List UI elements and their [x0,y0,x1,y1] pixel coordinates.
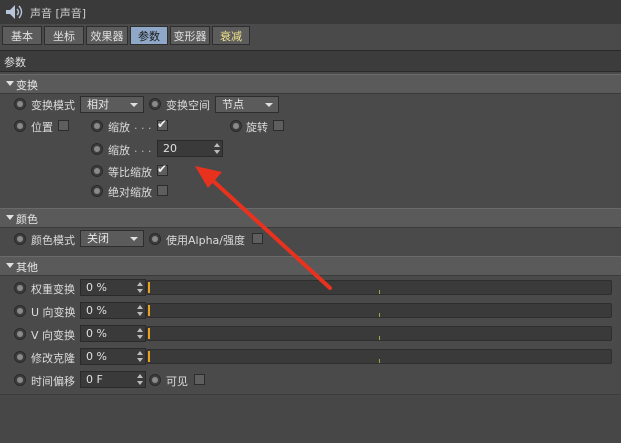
annotation-arrow-icon [195,166,332,290]
